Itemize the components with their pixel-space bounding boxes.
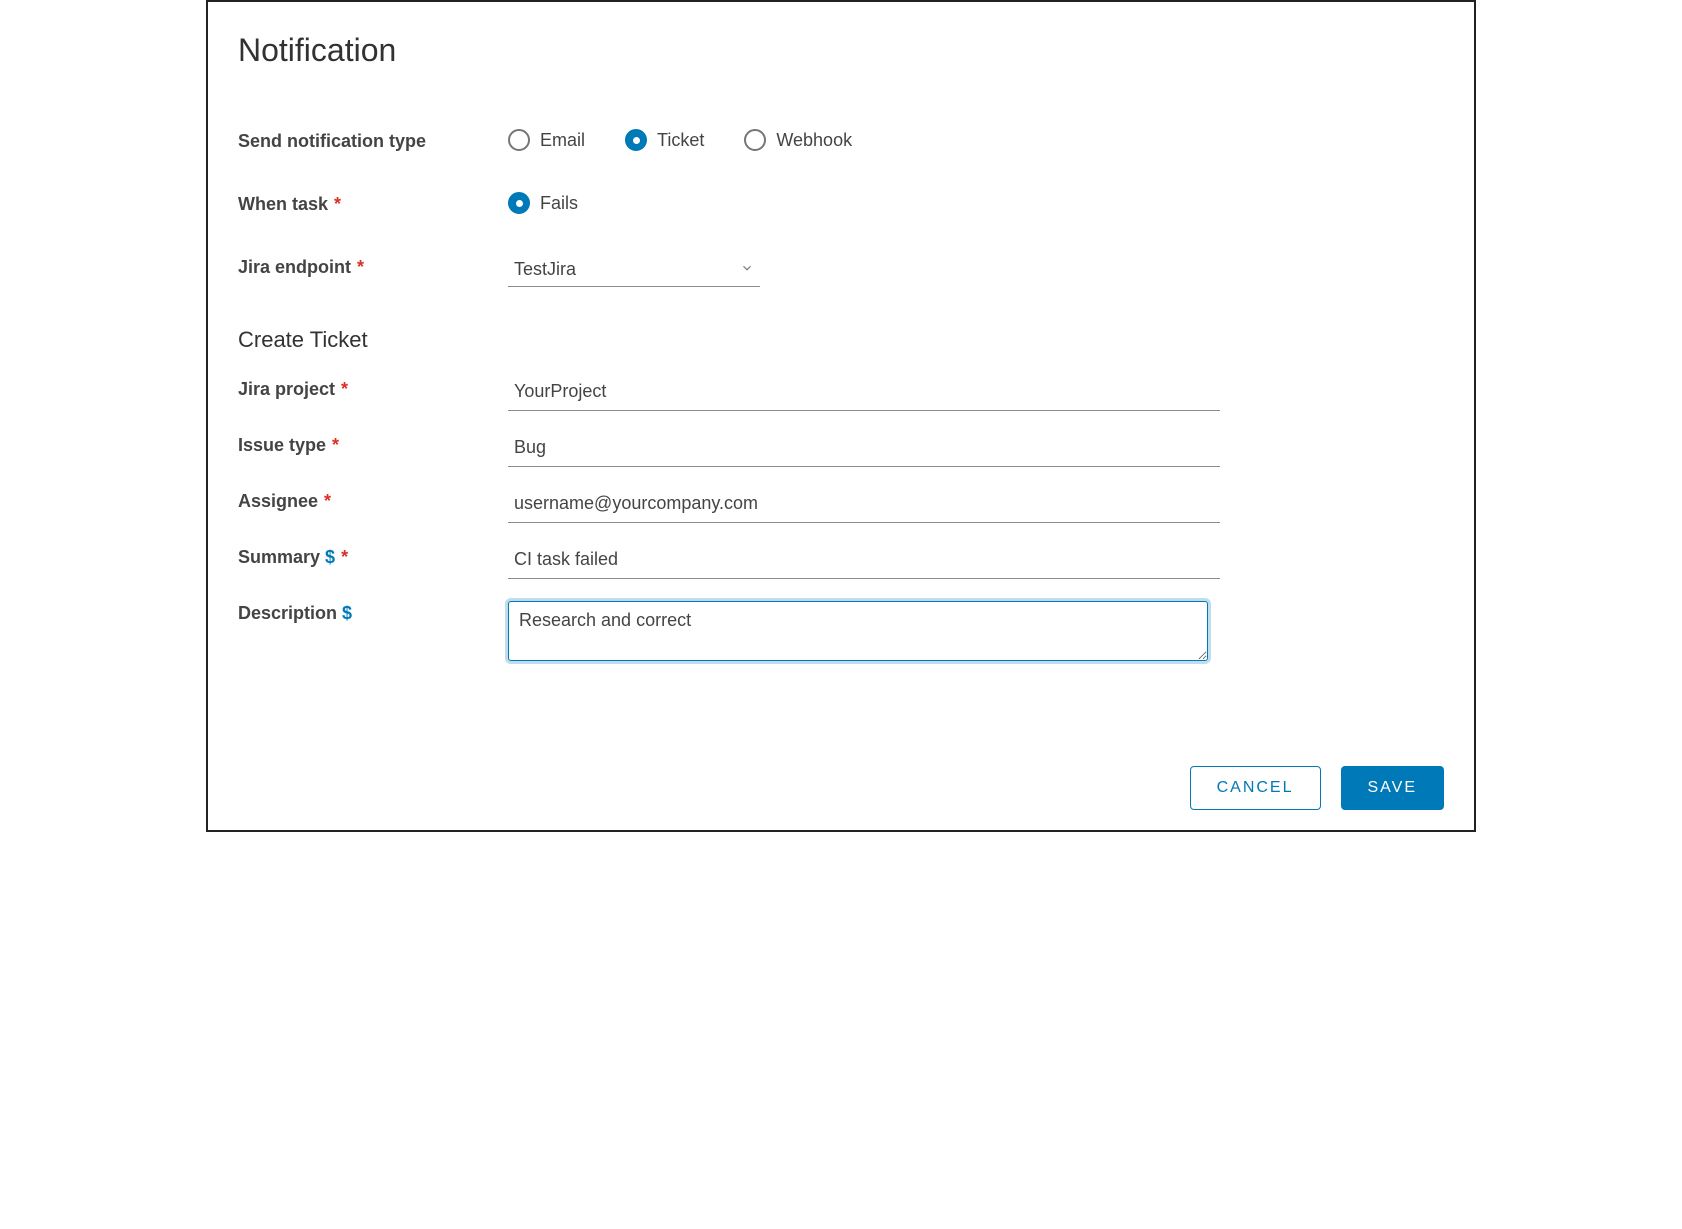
radio-group-notification-type: Email Ticket Webhook [508,129,1444,151]
radio-circle-selected-icon [508,192,530,214]
radio-circle-selected-icon [625,129,647,151]
row-assignee: Assignee * [238,489,1444,523]
row-issue-type: Issue type * [238,433,1444,467]
label-text-notification-type: Send notification type [238,131,426,152]
label-text-issue-type: Issue type [238,435,326,456]
required-icon: * [332,435,339,456]
radio-email[interactable]: Email [508,129,585,151]
jira-endpoint-value: TestJira [514,259,576,280]
label-jira-project: Jira project * [238,377,508,400]
control-jira-project [508,377,1444,411]
label-text-assignee: Assignee [238,491,318,512]
notification-dialog: Notification Send notification type Emai… [206,0,1476,832]
label-issue-type: Issue type * [238,433,508,456]
jira-project-input[interactable] [508,377,1220,411]
required-icon: * [357,257,364,278]
label-jira-endpoint: Jira endpoint * [238,255,508,278]
chevron-down-icon [740,259,754,280]
page-title: Notification [238,32,1444,69]
control-description [508,601,1444,666]
required-icon: * [324,491,331,512]
subheading-create-ticket: Create Ticket [238,327,1444,353]
cancel-button[interactable]: CANCEL [1190,766,1321,810]
row-description: Description $ [238,601,1444,666]
required-icon: * [334,194,341,215]
radio-fails[interactable]: Fails [508,192,578,214]
row-jira-project: Jira project * [238,377,1444,411]
required-icon: * [341,547,348,568]
assignee-input[interactable] [508,489,1220,523]
control-issue-type [508,433,1444,467]
radio-circle-icon [508,129,530,151]
control-jira-endpoint: TestJira [508,255,1444,287]
label-description: Description $ [238,601,508,624]
jira-endpoint-select[interactable]: TestJira [508,255,760,287]
radio-label-webhook: Webhook [776,130,852,151]
control-assignee [508,489,1444,523]
row-summary: Summary $ * [238,545,1444,579]
summary-input[interactable] [508,545,1220,579]
label-text-summary: Summary [238,547,320,568]
radio-circle-icon [744,129,766,151]
radio-label-fails: Fails [540,193,578,214]
control-summary [508,545,1444,579]
row-jira-endpoint: Jira endpoint * TestJira [238,255,1444,287]
label-text-description: Description [238,603,337,624]
radio-label-ticket: Ticket [657,130,704,151]
required-icon: * [341,379,348,400]
radio-group-when-task: Fails [508,192,1444,214]
issue-type-input[interactable] [508,433,1220,467]
radio-ticket[interactable]: Ticket [625,129,704,151]
row-when-task: When task * Fails [238,192,1444,215]
label-assignee: Assignee * [238,489,508,512]
label-text-jira-project: Jira project [238,379,335,400]
radio-webhook[interactable]: Webhook [744,129,852,151]
radio-label-email: Email [540,130,585,151]
label-text-when-task: When task [238,194,328,215]
label-notification-type: Send notification type [238,129,508,152]
row-notification-type: Send notification type Email Ticket Webh… [238,129,1444,152]
dollar-icon: $ [325,547,335,568]
save-button[interactable]: SAVE [1341,766,1445,810]
description-textarea[interactable] [508,601,1208,661]
label-text-jira-endpoint: Jira endpoint [238,257,351,278]
button-row: CANCEL SAVE [238,766,1444,810]
label-summary: Summary $ * [238,545,508,568]
label-when-task: When task * [238,192,508,215]
dollar-icon: $ [342,603,352,624]
